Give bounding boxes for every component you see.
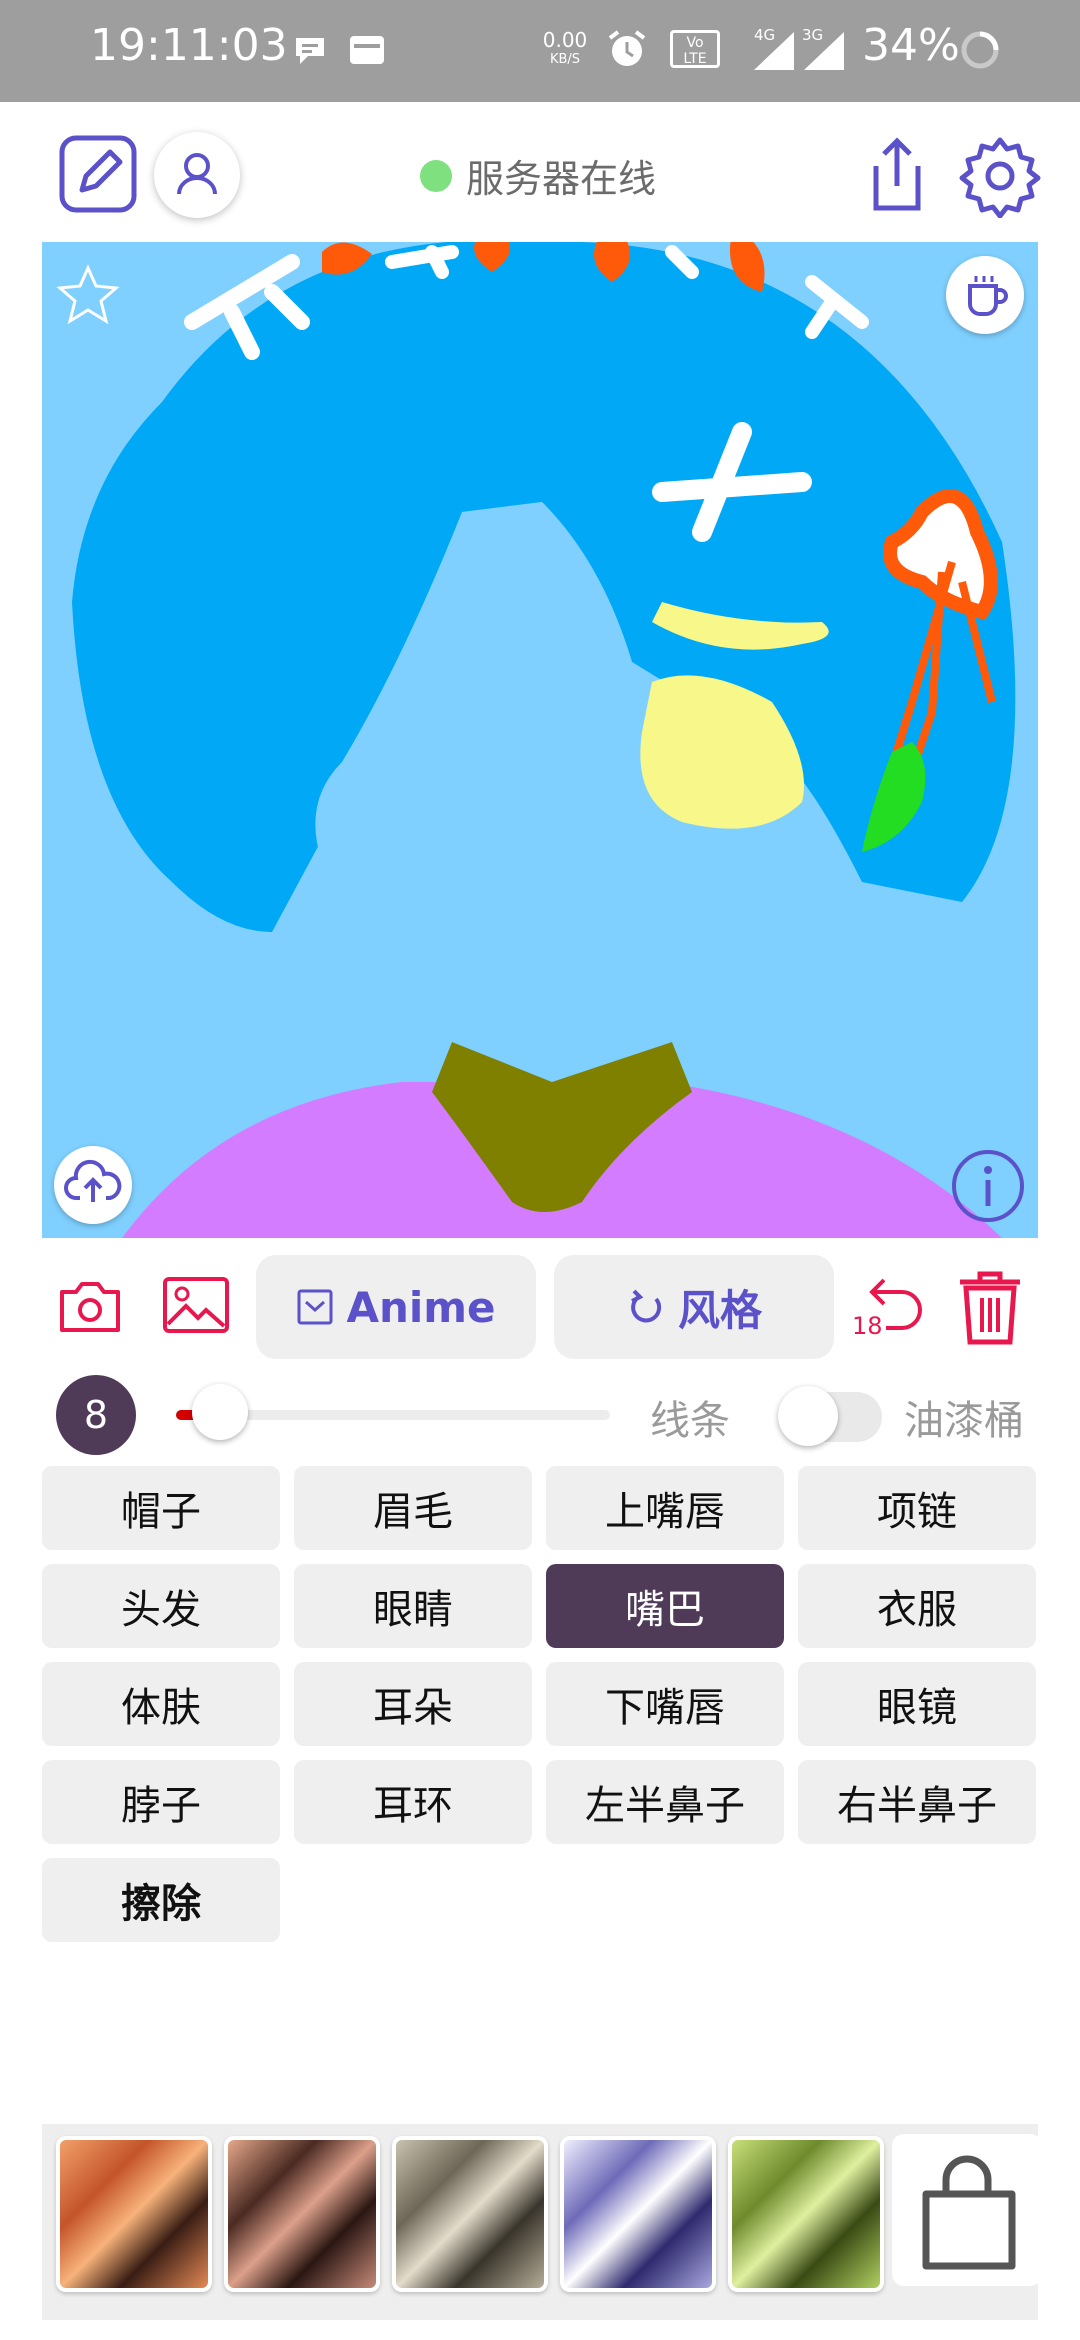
part-button-hair[interactable]: 头发 bbox=[42, 1564, 280, 1648]
wallet-icon bbox=[350, 36, 384, 64]
battery-ring-icon bbox=[961, 31, 999, 69]
model-label: Anime bbox=[346, 1282, 496, 1332]
part-button-earrings[interactable]: 耳环 bbox=[294, 1760, 532, 1844]
style-thumbnail-brown[interactable] bbox=[224, 2136, 380, 2292]
edit-icon[interactable] bbox=[58, 134, 138, 214]
paint-bucket-label: 油漆桶 bbox=[904, 1398, 1024, 1444]
undo-button[interactable]: 18 bbox=[852, 1268, 932, 1348]
part-button-glasses[interactable]: 眼镜 bbox=[798, 1662, 1036, 1746]
drawing-canvas[interactable] bbox=[42, 242, 1038, 1238]
style-thumbnail-gray[interactable] bbox=[392, 2136, 548, 2292]
network-type-1: 4G bbox=[754, 26, 776, 44]
alarm-icon bbox=[608, 30, 646, 66]
camera-icon[interactable] bbox=[58, 1278, 122, 1334]
battery-percent: 34% bbox=[862, 20, 960, 71]
trash-icon[interactable] bbox=[956, 1268, 1024, 1346]
net-speed-value: 0.00 bbox=[542, 28, 588, 52]
undo-count: 18 bbox=[852, 1312, 883, 1340]
brush-size-slider-thumb[interactable] bbox=[191, 1384, 248, 1440]
favorite-star-icon[interactable] bbox=[56, 264, 120, 328]
shop-button[interactable] bbox=[892, 2134, 1042, 2286]
part-button-clothes[interactable]: 衣服 bbox=[798, 1564, 1036, 1648]
style-thumbnail-orange[interactable] bbox=[56, 2136, 212, 2292]
part-button-neck[interactable]: 脖子 bbox=[42, 1760, 280, 1844]
part-button-hat[interactable]: 帽子 bbox=[42, 1466, 280, 1550]
brush-size-indicator: 8 bbox=[56, 1375, 136, 1455]
coffee-cup-icon bbox=[968, 276, 1008, 316]
cloud-upload-icon bbox=[64, 1159, 122, 1202]
part-button-right-nose[interactable]: 右半鼻子 bbox=[798, 1760, 1036, 1844]
part-button-upper-lip[interactable]: 上嘴唇 bbox=[546, 1466, 784, 1550]
style-thumbnail-green[interactable] bbox=[728, 2136, 884, 2292]
part-button-erase[interactable]: 擦除 bbox=[42, 1858, 280, 1942]
upload-button[interactable] bbox=[54, 1146, 132, 1224]
volte-icon: Vo LTE bbox=[670, 30, 720, 68]
status-bar: 19:11:03 0.00 KB/S Vo LTE 4G 3G 34% bbox=[0, 0, 1080, 102]
network-type-2: 3G bbox=[802, 26, 824, 44]
info-icon[interactable] bbox=[948, 1146, 1028, 1226]
net-speed: 0.00 KB/S bbox=[540, 30, 590, 70]
part-button-eyebrow[interactable]: 眉毛 bbox=[294, 1466, 532, 1550]
paint-bucket-toggle-thumb[interactable] bbox=[778, 1386, 838, 1446]
style-thumbnail-blue[interactable] bbox=[560, 2136, 716, 2292]
refresh-icon bbox=[631, 1289, 662, 1323]
part-button-skin[interactable]: 体肤 bbox=[42, 1662, 280, 1746]
server-status-dot bbox=[420, 160, 452, 192]
share-icon[interactable] bbox=[862, 134, 932, 214]
message-icon bbox=[296, 38, 324, 64]
status-time: 19:11:03 bbox=[90, 20, 288, 71]
part-button-lower-lip[interactable]: 下嘴唇 bbox=[546, 1662, 784, 1746]
gallery-image-icon[interactable] bbox=[162, 1276, 230, 1334]
part-button-mouth[interactable]: 嘴巴 bbox=[546, 1564, 784, 1648]
style-button[interactable]: 风格 bbox=[554, 1255, 834, 1359]
shopping-bag-icon bbox=[922, 2155, 1016, 2270]
part-button-eyes[interactable]: 眼睛 bbox=[294, 1564, 532, 1648]
part-button-necklace[interactable]: 项链 bbox=[798, 1466, 1036, 1550]
coffee-button[interactable] bbox=[946, 256, 1024, 334]
model-select-button[interactable]: Anime bbox=[256, 1255, 536, 1359]
checkbox-icon bbox=[297, 1289, 333, 1325]
lines-label: 线条 bbox=[650, 1398, 730, 1444]
account-button[interactable] bbox=[154, 132, 240, 218]
net-speed-unit: KB/S bbox=[549, 52, 581, 67]
part-button-ears[interactable]: 耳朵 bbox=[294, 1662, 532, 1746]
part-button-left-nose[interactable]: 左半鼻子 bbox=[546, 1760, 784, 1844]
sketch-drawing bbox=[72, 242, 1016, 1238]
server-status-text: 服务器在线 bbox=[466, 157, 657, 201]
settings-gear-icon[interactable] bbox=[958, 134, 1042, 218]
user-icon bbox=[177, 153, 217, 195]
style-label: 风格 bbox=[677, 1285, 762, 1335]
